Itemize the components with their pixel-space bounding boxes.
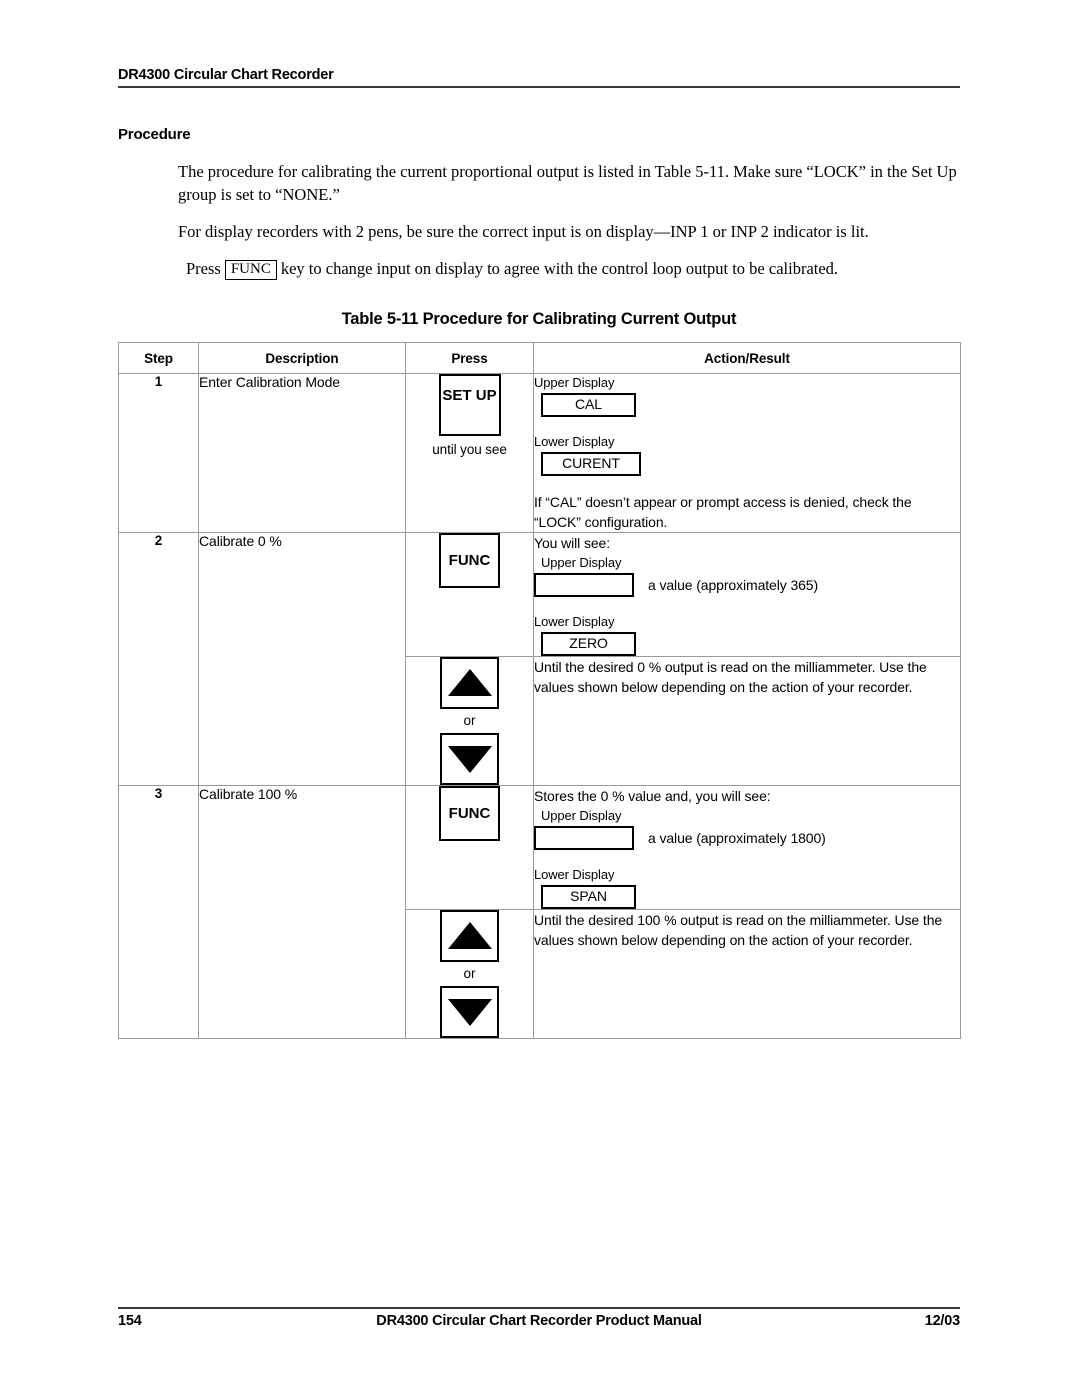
triangle-down-icon bbox=[447, 999, 492, 1027]
upper-display-row-3: a value (approximately 1800) bbox=[534, 826, 960, 850]
lower-display-row-2: ZERO bbox=[534, 632, 960, 656]
down-arrow-key-button[interactable] bbox=[440, 733, 499, 785]
table-row: 3 Calibrate 100 % FUNC Stores the 0 % va… bbox=[118, 785, 961, 1039]
up-arrow-key-button[interactable] bbox=[440, 910, 499, 962]
cell-action-3: Stores the 0 % value and, you will see: … bbox=[533, 785, 961, 910]
lower-display-row-1: CURENT bbox=[534, 452, 960, 476]
upper-display-label-1: Upper Display bbox=[534, 375, 615, 390]
page-footer: 154 DR4300 Circular Chart Recorder Produ… bbox=[118, 1313, 960, 1335]
note-text-3: Until the desired 100 % output is read o… bbox=[534, 912, 943, 948]
cell-action-2b: Until the desired 0 % output is read on … bbox=[533, 656, 961, 786]
or-label-2: or bbox=[463, 713, 476, 728]
upper-display-value-3 bbox=[534, 826, 634, 850]
cell-description-2: Calibrate 0 % bbox=[198, 532, 406, 786]
upper-display-row-1: CAL bbox=[534, 393, 960, 417]
press-subtext-1: until you see bbox=[432, 442, 507, 457]
lower-display-value-1: CURENT bbox=[541, 452, 641, 476]
press-word: Press bbox=[186, 259, 221, 278]
paragraph-3-tail: key to change input on display to agree … bbox=[280, 259, 839, 278]
table-title: Table 5-11 Procedure for Calibrating Cur… bbox=[341, 310, 737, 328]
upper-display-row-2: a value (approximately 365) bbox=[534, 573, 960, 597]
paragraph-2: For display recorders with 2 pens, be su… bbox=[178, 222, 869, 241]
cell-action-2: You will see: Upper Display a value (app… bbox=[533, 532, 961, 657]
running-header: DR4300 Circular Chart Recorder bbox=[118, 66, 960, 88]
column-header-description: Description bbox=[198, 342, 406, 374]
intro-paragraphs: The procedure for calibrating the curren… bbox=[178, 160, 968, 280]
footer-divider bbox=[118, 1307, 960, 1309]
paragraph-3: Press FUNC key to change input on display … bbox=[178, 257, 968, 280]
upper-display-note-2: a value (approximately 365) bbox=[648, 577, 819, 593]
or-label-3: or bbox=[463, 966, 476, 981]
up-arrow-key-button[interactable] bbox=[440, 657, 499, 709]
cell-action-3b: Until the desired 100 % output is read o… bbox=[533, 909, 961, 1039]
upper-display-label-2: Upper Display bbox=[541, 555, 622, 570]
lower-display-label-2: Lower Display bbox=[534, 614, 615, 629]
cell-step-2: 2 bbox=[118, 532, 199, 786]
cell-press-2: FUNC bbox=[405, 532, 534, 657]
func-key-button[interactable]: FUNC bbox=[439, 786, 500, 841]
triangle-up-icon bbox=[447, 921, 492, 949]
note-text-2: Until the desired 0 % output is read on … bbox=[534, 659, 927, 695]
column-header-press: Press bbox=[405, 342, 534, 374]
lower-display-value-3: SPAN bbox=[541, 885, 636, 909]
lower-display-row-3: SPAN bbox=[534, 885, 960, 909]
table-header-row: Step Description Press Action/Result bbox=[118, 342, 961, 374]
triangle-down-icon bbox=[447, 746, 492, 774]
lead-text-2: You will see: bbox=[534, 535, 611, 551]
cell-press-3: FUNC bbox=[405, 785, 534, 910]
table-row: 1 Enter Calibration Mode SET UP until yo… bbox=[118, 373, 961, 533]
running-header-title: DR4300 Circular Chart Recorder bbox=[118, 67, 334, 83]
upper-display-note-3: a value (approximately 1800) bbox=[648, 830, 826, 846]
func-key-button[interactable]: FUNC bbox=[439, 533, 500, 588]
paragraph-1: The procedure for calibrating the curren… bbox=[178, 162, 957, 204]
setup-key-button[interactable]: SET UP bbox=[438, 374, 501, 436]
cell-step-1: 1 bbox=[118, 373, 199, 533]
upper-display-value-1: CAL bbox=[541, 393, 636, 417]
lead-text-3: Stores the 0 % value and, you will see: bbox=[534, 788, 771, 804]
down-arrow-key-button[interactable] bbox=[440, 986, 499, 1038]
document-page: DR4300 Circular Chart Recorder Procedure… bbox=[0, 0, 1080, 1397]
lower-display-label-1: Lower Display bbox=[534, 434, 615, 449]
section-heading: Procedure bbox=[118, 126, 191, 143]
note-text-1: If “CAL” doesn’t appear or prompt access… bbox=[534, 494, 912, 530]
procedure-table: Step Description Press Action/Result 1 E… bbox=[118, 342, 961, 1039]
cell-description-3: Calibrate 100 % bbox=[198, 785, 406, 1039]
footer-date: 12/03 bbox=[924, 1313, 960, 1329]
lower-display-value-2: ZERO bbox=[541, 632, 636, 656]
header-divider bbox=[118, 86, 960, 88]
footer-document-title: DR4300 Circular Chart Recorder Product M… bbox=[376, 1313, 702, 1329]
cell-press-2b: or bbox=[405, 656, 534, 786]
column-header-action: Action/Result bbox=[533, 342, 961, 374]
cell-step-3: 3 bbox=[118, 785, 199, 1039]
upper-display-label-3: Upper Display bbox=[541, 808, 622, 823]
upper-display-value-2 bbox=[534, 573, 634, 597]
cell-press-1: SET UP until you see bbox=[405, 373, 534, 533]
cell-action-1: Upper Display CAL Lower Display CURENT I… bbox=[533, 373, 961, 533]
lower-display-label-3: Lower Display bbox=[534, 867, 615, 882]
table-row: 2 Calibrate 0 % FUNC You will see: Upper… bbox=[118, 532, 961, 786]
column-header-step: Step bbox=[118, 342, 199, 374]
triangle-up-icon bbox=[447, 668, 492, 696]
func-key-inline: FUNC bbox=[224, 260, 277, 280]
cell-description-1: Enter Calibration Mode bbox=[198, 373, 406, 533]
cell-press-3b: or bbox=[405, 909, 534, 1039]
